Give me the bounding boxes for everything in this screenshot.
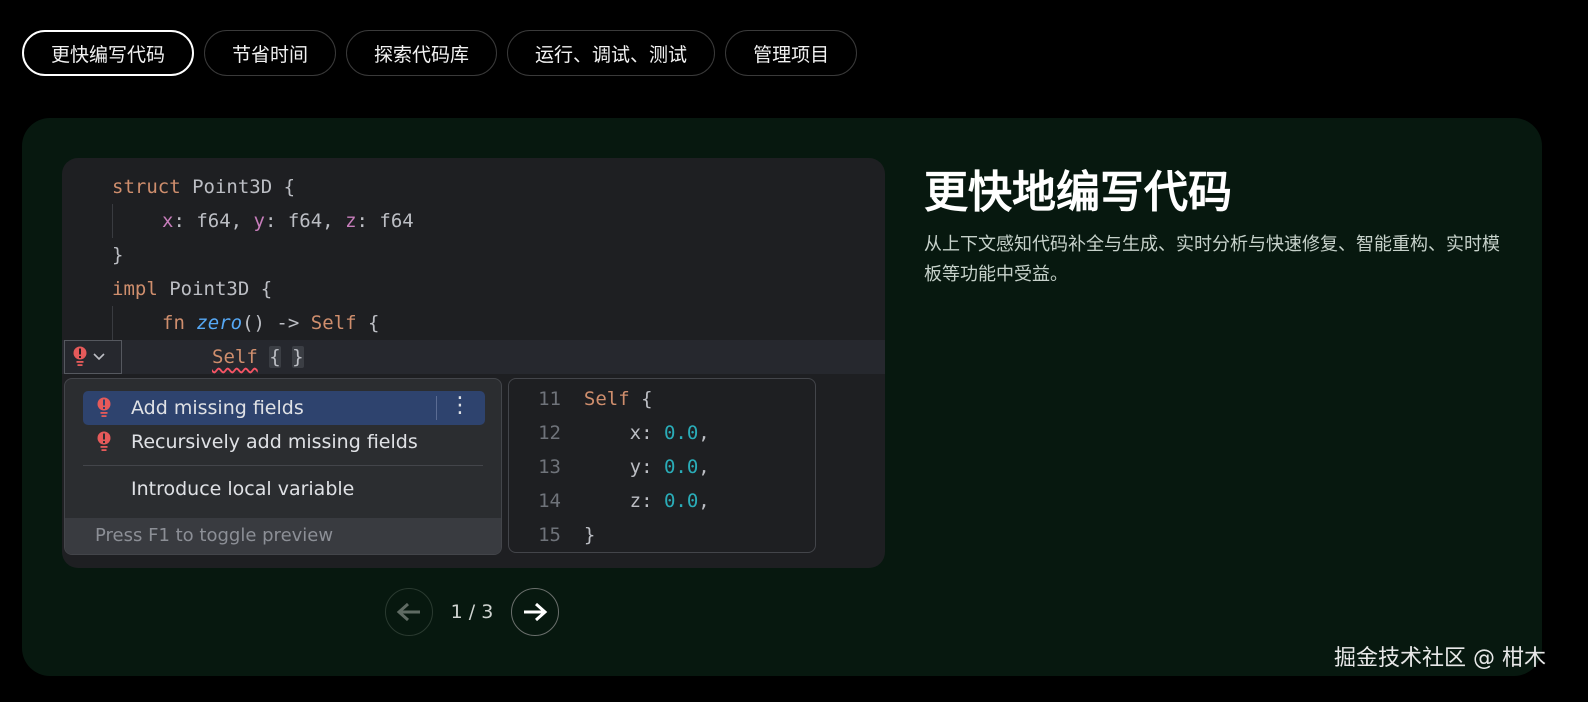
action-recursively-add-missing-fields[interactable]: Recursively add missing fields <box>83 425 485 459</box>
preview-line: 12 x: 0.0, <box>538 422 710 444</box>
action-add-missing-fields[interactable]: Add missing fields ⋮ <box>83 391 485 425</box>
code-editor: struct Point3D { x: f64, y: f64, z: f64 … <box>62 158 885 568</box>
preview-line: 11 Self { <box>538 388 653 410</box>
chevron-down-icon <box>93 353 105 361</box>
action-label: Add missing fields <box>131 397 304 419</box>
tab-run-debug-test[interactable]: 运行、调试、测试 <box>507 30 716 76</box>
code-line: struct Point3D { <box>112 176 296 198</box>
watermark: 掘金技术社区 @ 柑木 <box>1334 646 1546 671</box>
more-options-icon[interactable]: ⋮ <box>449 393 471 418</box>
tab-manage-projects[interactable]: 管理项目 <box>725 30 858 76</box>
feature-title: 更快地编写代码 <box>924 167 1232 218</box>
prev-button[interactable] <box>385 588 433 636</box>
action-label: Introduce local variable <box>131 478 355 500</box>
error-bulb-icon <box>97 397 111 417</box>
code-line-current[interactable]: Self { } <box>62 340 885 374</box>
error-bulb-icon <box>73 346 87 366</box>
feature-panel: struct Point3D { x: f64, y: f64, z: f64 … <box>22 118 1542 676</box>
arrow-right-icon <box>524 602 548 622</box>
preview-line: 15 } <box>538 524 596 546</box>
code-line: } <box>112 244 124 266</box>
separator <box>436 396 437 420</box>
action-introduce-local-variable[interactable]: Introduce local variable <box>83 472 485 506</box>
preview-line: 13 y: 0.0, <box>538 456 710 478</box>
tab-save-time[interactable]: 节省时间 <box>204 30 337 76</box>
code-line: impl Point3D { <box>112 278 273 300</box>
carousel-pager: 1 / 3 <box>385 588 559 636</box>
page-indicator: 1 / 3 <box>450 601 494 623</box>
intention-actions-popup: Add missing fields ⋮ Recursively add mis… <box>64 378 502 555</box>
popup-footer-hint: Press F1 to toggle preview <box>65 518 501 554</box>
preview-line: 14 z: 0.0, <box>538 490 710 512</box>
next-button[interactable] <box>511 588 559 636</box>
arrow-left-icon <box>396 602 420 622</box>
divider <box>83 465 483 466</box>
feature-description: 从上下文感知代码补全与生成、实时分析与快速修复、智能重构、实时模板等功能中受益。 <box>924 234 1500 285</box>
error-bulb-icon <box>97 431 111 451</box>
tab-write-code-faster[interactable]: 更快编写代码 <box>22 30 195 76</box>
action-label: Recursively add missing fields <box>131 431 418 453</box>
code-line: x: f64, y: f64, z: f64 <box>162 210 414 232</box>
feature-tabs: 更快编写代码 节省时间 探索代码库 运行、调试、测试 管理项目 <box>22 30 858 76</box>
tab-explore-codebase[interactable]: 探索代码库 <box>346 30 498 76</box>
fix-preview-pane: 11 Self { 12 x: 0.0, 13 y: 0.0, 14 z: 0.… <box>508 378 816 553</box>
quick-fix-button[interactable] <box>64 340 122 374</box>
code-line: fn zero() -> Self { <box>162 312 380 334</box>
